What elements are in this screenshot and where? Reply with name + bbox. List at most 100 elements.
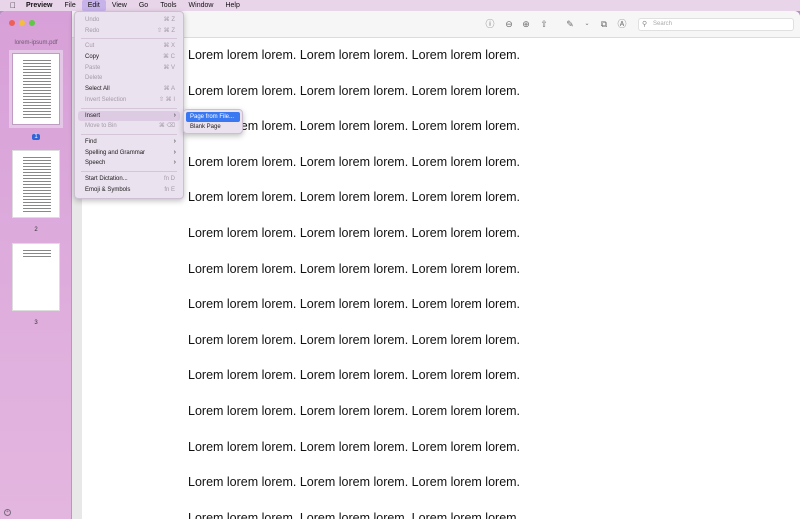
- thumbnail-text-line: [23, 78, 51, 79]
- menu-separator: [81, 107, 177, 109]
- apple-menu-icon[interactable]: : [6, 1, 20, 10]
- menu-label: Insert: [85, 112, 101, 119]
- thumbnail-text-line: [23, 202, 51, 203]
- menu-item-spelling[interactable]: Spelling and Grammar ›: [78, 148, 180, 159]
- shortcut: fn D: [163, 175, 175, 182]
- menu-label: Delete: [85, 75, 103, 82]
- page-number: 1: [32, 134, 40, 140]
- menu-label: Select All: [85, 86, 110, 93]
- document-text-line: Lorem lorem lorem. Lorem lorem lorem. Lo…: [188, 510, 521, 519]
- document-filename: lorem-ipsum.pdf: [14, 40, 58, 46]
- menu-label: Invert Selection: [85, 96, 127, 103]
- menu-help[interactable]: Help: [219, 0, 245, 11]
- document-text-line: Lorem lorem lorem. Lorem lorem lorem. Lo…: [188, 404, 521, 418]
- thumbnail-text-line: [23, 81, 51, 82]
- chevron-right-icon: ›: [173, 111, 176, 119]
- thumbnail-sidebar: lorem-ipsum.pdf 1 2 3 +: [0, 11, 72, 519]
- zoom-window-button[interactable]: [29, 20, 35, 26]
- page-thumbnail[interactable]: [12, 150, 60, 218]
- edit-menu: Undo ⌘ Z Redo ⇧ ⌘ Z Cut ⌘ X Copy ⌘ C Paste ⌘ …: [74, 11, 184, 199]
- chevron-down-icon[interactable]: ⌄: [582, 19, 592, 29]
- close-window-button[interactable]: [9, 20, 15, 26]
- menu-item-move-to-bin[interactable]: Move to Bin ⌘ ⌫: [78, 121, 180, 132]
- thumbnail-page-1[interactable]: 1: [0, 50, 72, 143]
- thumbnail-text-line: [23, 160, 51, 161]
- thumbnail-text-line: [23, 193, 51, 194]
- document-text-line: Lorem lorem lorem. Lorem lorem lorem. Lo…: [188, 368, 521, 383]
- menu-item-cut[interactable]: Cut ⌘ X: [78, 41, 180, 52]
- thumbnail-text-line: [23, 166, 51, 167]
- thumbnail-text-line: [23, 90, 51, 91]
- window-controls: [9, 20, 35, 26]
- markup-pen-icon[interactable]: ✎: [565, 19, 575, 29]
- thumbnail-text-line: [23, 99, 51, 100]
- thumbnail-text-line: [23, 75, 51, 76]
- thumbnail-text-line: [23, 157, 51, 158]
- menu-item-page-from-file[interactable]: Page from File...: [186, 112, 240, 122]
- document-text-line: Lorem lorem lorem. Lorem lorem lorem. Lo…: [188, 439, 521, 454]
- menu-item-paste[interactable]: Paste ⌘ V: [78, 63, 180, 74]
- document-text-line: Lorem lorem lorem. Lorem lorem lorem. Lo…: [188, 190, 521, 205]
- minimize-window-button[interactable]: [19, 20, 25, 26]
- menu-view[interactable]: View: [106, 0, 133, 11]
- rotate-icon[interactable]: ⧉: [599, 19, 609, 29]
- menu-file[interactable]: File: [58, 0, 81, 11]
- insert-submenu: Page from File... Blank Page: [183, 109, 243, 134]
- thumbnail-text-line: [23, 87, 51, 88]
- thumbnail-text-line: [23, 63, 51, 64]
- menu-item-find[interactable]: Find ›: [78, 137, 180, 148]
- zoom-in-icon[interactable]: ⊕: [521, 19, 531, 29]
- thumbnail-page-2[interactable]: 2: [0, 150, 72, 236]
- page-number: 2: [34, 227, 38, 233]
- menu-item-invert-selection[interactable]: Invert Selection ⇧ ⌘ I: [78, 95, 180, 106]
- page-thumbnail[interactable]: [9, 50, 63, 128]
- thumbnail-text-line: [23, 199, 51, 200]
- menu-item-redo[interactable]: Redo ⇧ ⌘ Z: [78, 26, 180, 37]
- thumbnail-text-line: [23, 72, 51, 73]
- menu-label: Move to Bin: [85, 123, 117, 130]
- menu-item-delete[interactable]: Delete: [78, 73, 180, 84]
- thumbnail-text-line: [23, 190, 51, 191]
- thumbnail-text-line: [23, 117, 51, 118]
- info-icon[interactable]: ⓘ: [485, 19, 495, 29]
- document-text-line: Lorem lorem lorem. Lorem lorem lorem. Lo…: [188, 226, 521, 240]
- thumbnail-text-line: [23, 205, 51, 206]
- thumbnail-text-line: [23, 253, 51, 254]
- thumbnail-text-line: [23, 196, 51, 197]
- menu-item-speech[interactable]: Speech ›: [78, 158, 180, 169]
- menu-item-start-dictation[interactable]: Start Dictation... fn D: [78, 174, 180, 185]
- menu-edit[interactable]: Edit: [81, 0, 106, 11]
- menu-label: Copy: [85, 54, 100, 61]
- menu-label: Undo: [85, 17, 100, 23]
- thumbnail-text-line: [23, 93, 51, 94]
- menu-item-copy[interactable]: Copy ⌘ C: [78, 52, 180, 63]
- menu-item-emoji-symbols[interactable]: Emoji & Symbols fn E: [78, 185, 180, 196]
- shortcut: ⌘ Z: [163, 17, 175, 23]
- share-icon[interactable]: ⇧: [539, 19, 549, 29]
- menu-window[interactable]: Window: [183, 0, 220, 11]
- menu-label: Paste: [85, 64, 101, 71]
- menu-go[interactable]: Go: [133, 0, 154, 11]
- shortcut: ⇧ ⌘ I: [158, 96, 175, 103]
- thumbnail-text-line: [23, 111, 51, 112]
- chevron-right-icon: ›: [173, 137, 176, 145]
- thumbnail-text-line: [23, 114, 51, 115]
- menu-item-select-all[interactable]: Select All ⌘ A: [78, 84, 180, 95]
- menu-item-undo[interactable]: Undo ⌘ Z: [78, 15, 180, 26]
- thumbnail-text-line: [23, 60, 51, 61]
- zoom-out-icon[interactable]: ⊖: [504, 19, 514, 29]
- thumbnail-text-line: [23, 163, 51, 164]
- thumbnail-text-line: [23, 172, 51, 173]
- search-field[interactable]: ⚲ Search: [638, 18, 794, 31]
- page-thumbnail[interactable]: [12, 243, 60, 311]
- annotate-icon[interactable]: Ⓐ: [617, 19, 627, 29]
- menu-item-blank-page[interactable]: Blank Page: [186, 122, 240, 132]
- menu-preview[interactable]: Preview: [20, 0, 58, 11]
- thumbnail-text-line: [23, 184, 51, 185]
- thumbnail-page-3[interactable]: 3: [0, 243, 72, 329]
- menu-tools[interactable]: Tools: [154, 0, 182, 11]
- menu-separator: [81, 38, 177, 40]
- add-icon[interactable]: +: [4, 509, 11, 516]
- thumbnail-text-line: [23, 175, 51, 176]
- menu-item-insert[interactable]: Insert ›: [78, 110, 180, 122]
